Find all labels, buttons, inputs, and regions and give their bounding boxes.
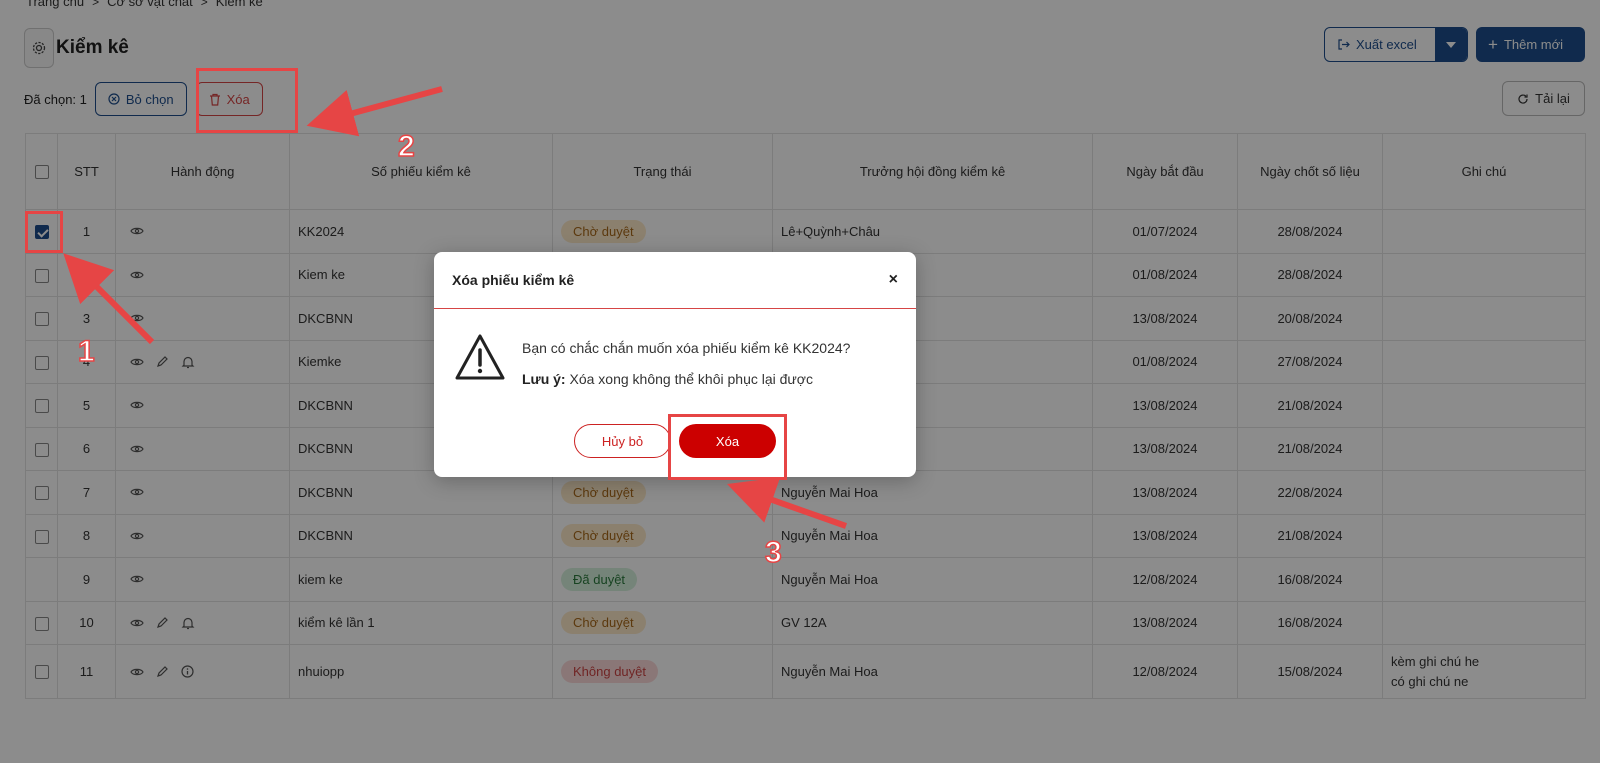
dialog-header: Xóa phiếu kiểm kê × (434, 252, 916, 309)
annotation-highlight-checkbox (25, 211, 63, 253)
annotation-number-1: 1 (77, 334, 95, 369)
annotation-number-3: 3 (764, 535, 782, 570)
dialog-title: Xóa phiếu kiểm kê (452, 272, 575, 288)
annotation-highlight-confirm (668, 414, 787, 480)
annotation-number-2: 2 (397, 129, 415, 164)
warning-icon (455, 334, 505, 380)
cancel-button[interactable]: Hủy bỏ (574, 424, 671, 458)
note-text: Xóa xong không thể khôi phục lại được (569, 371, 813, 387)
dialog-message: Bạn có chắc chắn muốn xóa phiếu kiểm kê … (522, 333, 850, 395)
confirm-question: Bạn có chắc chắn muốn xóa phiếu kiểm kê … (522, 340, 851, 356)
annotation-highlight-delete (196, 68, 298, 133)
close-icon[interactable]: × (889, 271, 898, 289)
dialog-note: Lưu ý: Xóa xong không thể khôi phục lại … (522, 364, 850, 395)
note-label: Lưu ý: (522, 371, 566, 387)
dialog-body: Bạn có chắc chắn muốn xóa phiếu kiểm kê … (434, 309, 916, 395)
